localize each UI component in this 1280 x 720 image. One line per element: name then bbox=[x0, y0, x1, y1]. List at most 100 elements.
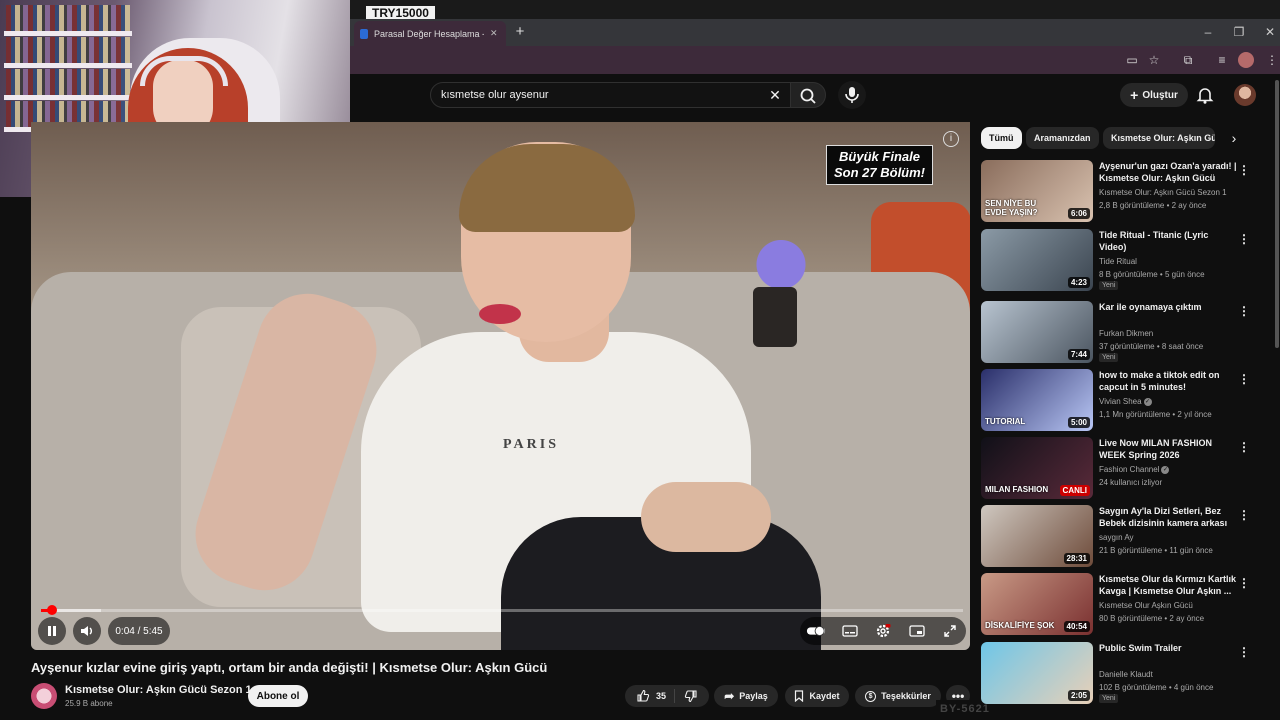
pause-button[interactable] bbox=[38, 617, 66, 645]
video-title: Ayşenur kızlar evine giriş yaptı, ortam … bbox=[31, 660, 548, 675]
bookshelf-books bbox=[6, 5, 130, 31]
more-vert-icon[interactable]: ⋮ bbox=[1237, 439, 1251, 455]
video-thumbnail[interactable]: MILAN FASHION CANLI bbox=[981, 437, 1093, 499]
channel-name[interactable]: Kısmetse Olur: Aşkın Gücü Sezon 1 bbox=[65, 684, 252, 696]
media-control-icon[interactable]: ≡ bbox=[1212, 50, 1232, 70]
recommended-video[interactable]: 4:23 Tide Ritual - Titanic (Lyric Video)… bbox=[981, 229, 1271, 293]
more-vert-icon[interactable]: ⋮ bbox=[1237, 231, 1251, 247]
video-thumbnail[interactable]: DİSKALİFİYE ŞOK 40:54 bbox=[981, 573, 1093, 635]
extensions-icon[interactable]: ⧉ bbox=[1178, 50, 1198, 70]
install-app-icon[interactable]: ▭ bbox=[1122, 50, 1142, 70]
video-player[interactable]: PARIS bbox=[31, 122, 970, 650]
recommended-title[interactable]: Kısmetse Olur da Kırmızı Kartlık Kavga |… bbox=[1099, 573, 1237, 597]
video-thumbnail[interactable]: 28:31 bbox=[981, 505, 1093, 567]
recommended-channel[interactable]: Kısmetse Olur: Aşkın Gücü Sezon 1 bbox=[1099, 188, 1227, 197]
account-avatar[interactable] bbox=[1234, 84, 1256, 106]
miniplayer-button[interactable] bbox=[907, 621, 927, 641]
create-label: Oluştur bbox=[1142, 89, 1178, 101]
share-button[interactable]: ➦ Paylaş bbox=[714, 685, 778, 707]
recommended-video[interactable]: TUTORIAL 5:00 how to make a tiktok edit … bbox=[981, 369, 1271, 433]
tab-title: Parasal Değer Hesaplama - HES bbox=[374, 28, 484, 39]
chevron-right-icon[interactable]: › bbox=[1226, 130, 1242, 146]
bookshelf-shelf bbox=[4, 63, 132, 68]
chip-from-search[interactable]: Aramanızdan bbox=[1026, 127, 1099, 149]
notifications-button[interactable] bbox=[1194, 84, 1216, 106]
recommended-video[interactable]: DİSKALİFİYE ŞOK 40:54 Kısmetse Olur da K… bbox=[981, 573, 1271, 637]
more-vert-icon[interactable]: ⋮ bbox=[1237, 303, 1251, 319]
recommended-title[interactable]: Public Swim Trailer bbox=[1099, 642, 1237, 654]
restore-button[interactable]: ❐ bbox=[1229, 23, 1249, 41]
tab-close-icon[interactable]: ✕ bbox=[490, 28, 498, 39]
close-window-button[interactable]: ✕ bbox=[1260, 23, 1280, 41]
thanks-button[interactable]: $ Teşekkürler bbox=[855, 685, 941, 707]
browser-menu-icon[interactable]: ⋮ bbox=[1262, 50, 1280, 70]
video-thumbnail[interactable]: 4:23 bbox=[981, 229, 1093, 291]
progress-bar[interactable] bbox=[41, 609, 963, 612]
subtitles-button[interactable] bbox=[840, 621, 860, 641]
recommended-channel[interactable]: Tide Ritual bbox=[1099, 257, 1137, 266]
video-thumbnail[interactable]: 7:44 bbox=[981, 301, 1093, 363]
recommended-channel[interactable]: Fashion Channel ✓ bbox=[1099, 465, 1170, 474]
save-label: Kaydet bbox=[809, 691, 840, 701]
chip-all[interactable]: Tümü bbox=[981, 127, 1022, 149]
subscribe-button[interactable]: Abone ol bbox=[248, 685, 308, 707]
recommended-title[interactable]: Kar ile oynamaya çıktım bbox=[1099, 301, 1237, 313]
more-vert-icon[interactable]: ⋮ bbox=[1237, 507, 1251, 523]
thumbnail-caption: TUTORIAL bbox=[985, 417, 1026, 426]
recommended-channel[interactable]: Danielle Klaudt bbox=[1099, 670, 1153, 679]
search-input[interactable]: kısmetse olur aysenur bbox=[430, 82, 794, 108]
fullscreen-button[interactable] bbox=[940, 621, 960, 641]
video-thumbnail[interactable]: 2:05 bbox=[981, 642, 1093, 704]
purple-flowers bbox=[741, 237, 821, 292]
gear-icon bbox=[876, 624, 891, 638]
dislike-button[interactable] bbox=[680, 689, 698, 703]
recommended-title[interactable]: Ayşenur'un gazı Ozan'a yaradı! | Kısmets… bbox=[1099, 160, 1237, 184]
recommended-title[interactable]: how to make a tiktok edit on capcut in 5… bbox=[1099, 369, 1237, 395]
recommended-video[interactable]: 2:05 Public Swim Trailer Danielle Klaudt… bbox=[981, 642, 1271, 706]
bookmark-star-icon[interactable]: ☆ bbox=[1144, 50, 1164, 70]
channel-text: Kısmetse Olur Aşkın Gücü bbox=[1099, 601, 1193, 610]
recommended-channel[interactable]: saygın Ay bbox=[1099, 533, 1134, 542]
recommended-video[interactable]: 28:31 Saygın Ay'la Dizi Setleri, Bez Beb… bbox=[981, 505, 1271, 569]
create-button[interactable]: + Oluştur bbox=[1120, 83, 1188, 107]
thumbs-up-icon bbox=[637, 689, 650, 702]
recommended-channel[interactable]: Kısmetse Olur Aşkın Gücü bbox=[1099, 601, 1193, 610]
more-vert-icon[interactable]: ⋮ bbox=[1237, 644, 1251, 660]
browser-profile-icon[interactable] bbox=[1238, 52, 1254, 68]
recommended-video[interactable]: 7:44 Kar ile oynamaya çıktım Furkan Dikm… bbox=[981, 301, 1271, 365]
channel-avatar[interactable] bbox=[31, 683, 57, 709]
progress-scrubber[interactable] bbox=[46, 605, 57, 615]
recommended-channel[interactable]: Vivian Shea ✓ bbox=[1099, 397, 1152, 406]
search-button[interactable] bbox=[790, 82, 826, 108]
resting-arm bbox=[641, 482, 771, 552]
recommended-channel[interactable]: Furkan Dikmen bbox=[1099, 329, 1153, 338]
new-tab-button[interactable]: + bbox=[512, 23, 528, 41]
clear-search-icon[interactable]: ✕ bbox=[766, 86, 784, 104]
sidebar-scrollbar[interactable] bbox=[1275, 80, 1279, 348]
recommended-title[interactable]: Saygın Ay'la Dizi Setleri, Bez Bebek diz… bbox=[1099, 505, 1237, 531]
browser-tab[interactable]: Parasal Değer Hesaplama - HES ✕ bbox=[354, 21, 506, 46]
recommended-title[interactable]: Live Now MILAN FASHION WEEK Spring 2026 bbox=[1099, 437, 1237, 461]
recommended-title[interactable]: Tide Ritual - Titanic (Lyric Video) bbox=[1099, 229, 1237, 253]
autoplay-toggle[interactable] bbox=[806, 621, 826, 641]
recommended-meta: 21 B görüntüleme • 11 gün önce bbox=[1099, 546, 1213, 555]
video-thumbnail[interactable]: SEN NİYE BU EVDE YAŞIN? 6:06 bbox=[981, 160, 1093, 222]
recommended-video[interactable]: SEN NİYE BU EVDE YAŞIN? 6:06 Ayşenur'un … bbox=[981, 160, 1271, 224]
share-label: Paylaş bbox=[739, 691, 768, 701]
chip-kismetse-olur[interactable]: Kısmetse Olur: Aşkın Gücü bbox=[1103, 127, 1215, 149]
settings-button[interactable] bbox=[873, 621, 893, 641]
channel-text: Vivian Shea bbox=[1099, 397, 1142, 406]
more-vert-icon[interactable]: ⋮ bbox=[1237, 575, 1251, 591]
toggle-icon bbox=[806, 626, 826, 636]
more-vert-icon[interactable]: ⋮ bbox=[1237, 162, 1251, 178]
volume-button[interactable] bbox=[73, 617, 101, 645]
save-button[interactable]: Kaydet bbox=[785, 685, 849, 707]
recommended-video[interactable]: MILAN FASHION CANLI Live Now MILAN FASHI… bbox=[981, 437, 1271, 501]
info-icon[interactable]: i bbox=[943, 131, 959, 147]
thumbnail-caption: MILAN FASHION bbox=[985, 485, 1049, 494]
voice-search-button[interactable] bbox=[838, 81, 866, 109]
more-vert-icon[interactable]: ⋮ bbox=[1237, 371, 1251, 387]
like-button[interactable]: 35 bbox=[636, 689, 675, 703]
video-thumbnail[interactable]: TUTORIAL 5:00 bbox=[981, 369, 1093, 431]
minimize-button[interactable]: – bbox=[1198, 23, 1218, 41]
